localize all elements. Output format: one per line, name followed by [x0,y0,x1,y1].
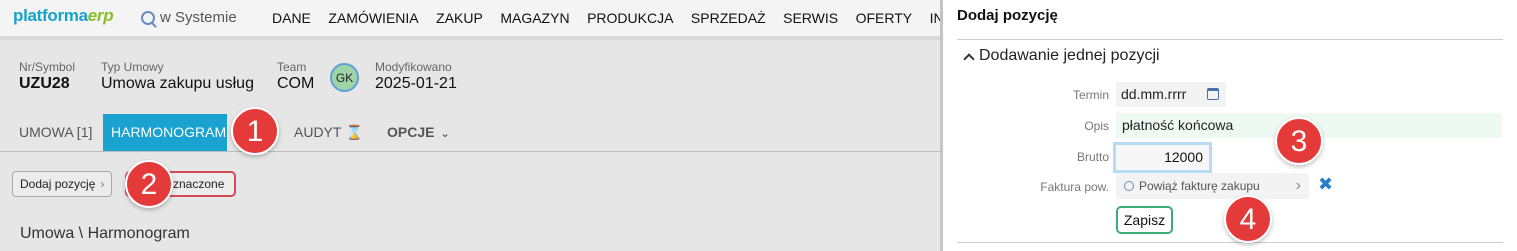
term-label: Termin [1072,88,1109,102]
gross-label: Brutto [1076,150,1109,164]
system-search-button[interactable]: w Systemie [141,9,237,26]
section-toggle[interactable]: Dodawanie jednej pozycji [963,47,1160,65]
contract-type-label: Typ Umowy [101,60,164,74]
logo-text-platforma: platforma [13,6,88,25]
team-label: Team [277,60,307,74]
tab-options-label: OPCJE [387,124,435,140]
tab-audit[interactable]: AUDYT ⌛ [294,114,363,151]
panel-title: Dodaj pozycję [957,7,1058,24]
tab-contract[interactable]: UMOWA [1] [19,114,92,151]
contract-type-value: Umowa zakupu usług [101,75,254,92]
system-search-label: w Systemie [160,9,237,26]
logo-text-erp: erp [87,6,114,25]
hourglass-icon: ⌛ [345,124,363,140]
description-label: Opis [1084,119,1109,133]
chevron-right-icon[interactable]: › [1296,173,1301,199]
panel-footer-divider [957,242,1503,243]
save-button[interactable]: Zapisz [1116,206,1173,234]
invoice-label: Faktura pow. [1040,180,1109,194]
panel-header-divider [957,39,1503,40]
add-position-panel: Dodaj pozycję Dodawanie jednej pozycji T… [943,0,1517,251]
symbol-label: Nr/Symbol [19,60,76,74]
step-badge-4: 4 [1224,195,1272,243]
chevron-down-icon: ⌄ [440,128,450,140]
team-block: Team COM [277,60,314,94]
contract-type-block: Typ Umowy Umowa zakupu usług [101,60,254,94]
modified-value: 2025-01-21 [375,75,457,92]
team-value: COM [277,75,315,92]
step-badge-2: 2 [125,160,173,208]
nav-produkcja[interactable]: PRODUKCJA [587,10,673,26]
top-navigation: DANE ZAMÓWIENIA ZAKUP MAGAZYN PRODUKCJA … [272,10,940,26]
nav-dane[interactable]: DANE [272,10,311,26]
nav-integracje[interactable]: INTEGRA [930,10,940,26]
nav-serwis[interactable]: SERWIS [783,10,838,26]
term-date-input[interactable]: dd.mm.rrrr [1116,82,1226,107]
step-badge-3: 3 [1275,117,1323,165]
search-icon [141,10,155,25]
nav-magazyn[interactable]: MAGAZYN [500,10,569,26]
nav-zakup[interactable]: ZAKUP [436,10,483,26]
nav-oferty[interactable]: OFERTY [856,10,913,26]
tab-schedule[interactable]: HARMONOGRAM [103,114,227,151]
chevron-up-icon [963,52,975,65]
nav-zamowienia[interactable]: ZAMÓWIENIA [328,10,418,26]
add-position-button[interactable]: Dodaj pozycję › [12,171,113,197]
chevron-right-icon: › [100,177,105,191]
tab-options[interactable]: OPCJE ⌄ [387,114,450,151]
avatar[interactable]: GK [330,63,359,92]
add-position-label: Dodaj pozycję [20,177,96,191]
term-date-placeholder: dd.mm.rrrr [1121,86,1187,102]
marked-label: znaczone [173,177,225,191]
tab-bar: UMOWA [1] HARMONOGRAM AUDYT ⌛ OPCJE ⌄ [0,114,940,152]
modified-block: Modyfikowano 2025-01-21 [375,60,457,94]
main-app: platformaerp w Systemie DANE ZAMÓWIENIA … [0,0,940,251]
clear-icon[interactable]: ✖ [1318,174,1333,195]
logo[interactable]: platformaerp [13,6,114,26]
nav-sprzedaz[interactable]: SPRZEDAŻ [691,10,766,26]
calendar-icon[interactable] [1207,88,1219,100]
breadcrumb: Umowa \ Harmonogram [20,225,190,242]
invoice-link-input[interactable]: Powiąż fakturę zakupu › [1116,173,1309,199]
section-title: Dodawanie jednej pozycji [979,47,1160,64]
step-badge-1: 1 [231,107,279,155]
symbol-block: Nr/Symbol UZU28 [19,60,75,94]
modified-label: Modyfikowano [375,60,452,74]
symbol-value: UZU28 [19,75,70,92]
gross-amount-input[interactable]: 12000 [1113,142,1212,173]
tab-audit-label: AUDYT [294,124,342,140]
search-icon [1124,181,1134,191]
topbar-divider [0,36,940,40]
invoice-link-placeholder: Powiąż fakturę zakupu [1139,179,1260,193]
top-bar: platformaerp w Systemie DANE ZAMÓWIENIA … [0,0,940,40]
